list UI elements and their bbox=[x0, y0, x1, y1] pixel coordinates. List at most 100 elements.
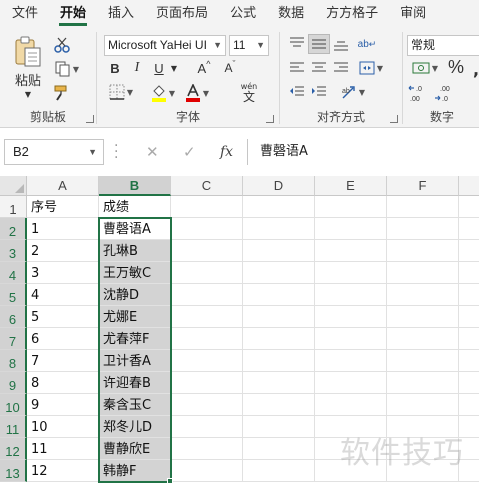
row-header[interactable]: 4 bbox=[0, 262, 27, 284]
row-header[interactable]: 12 bbox=[0, 438, 27, 460]
select-all-button[interactable] bbox=[0, 176, 27, 196]
column-header-b[interactable]: B bbox=[99, 176, 171, 196]
cell[interactable] bbox=[315, 372, 387, 394]
comma-style-button[interactable]: , bbox=[469, 58, 479, 80]
cell[interactable] bbox=[171, 262, 243, 284]
increase-indent-button[interactable] bbox=[308, 82, 330, 102]
cell[interactable]: 韩静F bbox=[99, 460, 171, 482]
row-header[interactable]: 13 bbox=[0, 460, 27, 482]
cell[interactable] bbox=[315, 306, 387, 328]
cell[interactable] bbox=[459, 350, 479, 372]
tab-home[interactable]: 开始 bbox=[49, 0, 97, 28]
cancel-entry-button[interactable]: ✕ bbox=[146, 139, 159, 165]
cell[interactable] bbox=[459, 372, 479, 394]
cell[interactable] bbox=[171, 240, 243, 262]
cell[interactable]: 许迎春B bbox=[99, 372, 171, 394]
cell[interactable] bbox=[459, 262, 479, 284]
cell[interactable] bbox=[171, 416, 243, 438]
tab-file[interactable]: 文件 bbox=[0, 0, 49, 28]
cell[interactable] bbox=[387, 240, 459, 262]
cell[interactable] bbox=[315, 350, 387, 372]
percent-style-button[interactable]: % bbox=[445, 56, 467, 78]
row-header[interactable]: 5 bbox=[0, 284, 27, 306]
decrease-decimal-button[interactable]: .00.0 bbox=[433, 82, 457, 104]
copy-dropdown-icon[interactable]: ▼ bbox=[73, 65, 79, 74]
underline-button[interactable]: U bbox=[150, 58, 168, 78]
cell[interactable] bbox=[171, 328, 243, 350]
paste-label[interactable]: 粘贴 bbox=[8, 70, 48, 89]
cell[interactable]: 3 bbox=[27, 262, 99, 284]
cell[interactable] bbox=[243, 460, 315, 482]
merge-center-button[interactable]: ▼ bbox=[356, 58, 386, 78]
cell[interactable] bbox=[171, 394, 243, 416]
cell[interactable] bbox=[243, 196, 315, 218]
format-painter-button[interactable] bbox=[52, 84, 72, 102]
cell[interactable] bbox=[243, 240, 315, 262]
cell[interactable] bbox=[171, 196, 243, 218]
cell[interactable] bbox=[243, 350, 315, 372]
cell[interactable] bbox=[459, 394, 479, 416]
paste-dropdown-icon[interactable]: ▼ bbox=[20, 88, 36, 100]
cell[interactable] bbox=[459, 196, 479, 218]
alignment-launcher-icon[interactable] bbox=[390, 115, 398, 123]
underline-dropdown-icon[interactable]: ▼ bbox=[168, 58, 180, 78]
phonetic-guide-button[interactable]: wén 文 bbox=[232, 80, 266, 104]
align-top-button[interactable] bbox=[286, 34, 308, 54]
cell[interactable]: 7 bbox=[27, 350, 99, 372]
row-header[interactable]: 9 bbox=[0, 372, 27, 394]
cell[interactable]: 郑冬儿D bbox=[99, 416, 171, 438]
cell[interactable]: 1 bbox=[27, 218, 99, 240]
cell[interactable] bbox=[171, 284, 243, 306]
cell[interactable] bbox=[459, 218, 479, 240]
increase-decimal-button[interactable]: .0.00 bbox=[407, 82, 431, 104]
cell[interactable]: 4 bbox=[27, 284, 99, 306]
tab-page-layout[interactable]: 页面布局 bbox=[145, 0, 219, 28]
cut-button[interactable] bbox=[52, 36, 72, 54]
orientation-button[interactable]: ab ▼ bbox=[338, 82, 368, 102]
cell[interactable] bbox=[387, 284, 459, 306]
cell[interactable] bbox=[171, 460, 243, 482]
increase-font-size-button[interactable]: A ^ bbox=[194, 58, 214, 78]
cell[interactable]: 5 bbox=[27, 306, 99, 328]
cell[interactable] bbox=[243, 416, 315, 438]
cell[interactable]: 8 bbox=[27, 372, 99, 394]
row-header[interactable]: 11 bbox=[0, 416, 27, 438]
cell[interactable] bbox=[243, 284, 315, 306]
cell[interactable] bbox=[315, 196, 387, 218]
cell[interactable]: 尤娜E bbox=[99, 306, 171, 328]
font-name-select[interactable]: Microsoft YaHei UI ▼ bbox=[104, 35, 226, 56]
cell[interactable] bbox=[387, 218, 459, 240]
tab-insert[interactable]: 插入 bbox=[97, 0, 145, 28]
align-middle-button[interactable] bbox=[308, 34, 330, 54]
cell[interactable] bbox=[387, 372, 459, 394]
row-header[interactable]: 8 bbox=[0, 350, 27, 372]
tab-formulas[interactable]: 公式 bbox=[219, 0, 267, 28]
cell[interactable] bbox=[315, 328, 387, 350]
column-header-c[interactable]: C bbox=[171, 176, 243, 196]
cell[interactable] bbox=[459, 328, 479, 350]
fill-color-button[interactable]: ▼ bbox=[148, 82, 178, 104]
clipboard-launcher-icon[interactable] bbox=[86, 115, 94, 123]
cell[interactable]: 秦含玉C bbox=[99, 394, 171, 416]
cell[interactable] bbox=[243, 372, 315, 394]
confirm-entry-button[interactable]: ✓ bbox=[183, 139, 196, 165]
copy-button[interactable]: ▼ bbox=[52, 60, 82, 78]
cell[interactable] bbox=[459, 240, 479, 262]
cell[interactable]: 9 bbox=[27, 394, 99, 416]
cell[interactable]: 10 bbox=[27, 416, 99, 438]
column-header-f[interactable]: F bbox=[387, 176, 459, 196]
cell[interactable]: 曹磬语A bbox=[99, 218, 171, 240]
borders-button[interactable]: ▼ bbox=[106, 82, 136, 102]
cell[interactable] bbox=[171, 372, 243, 394]
formula-input[interactable]: 曹磬语A bbox=[247, 139, 479, 165]
cell[interactable]: 孔琳B bbox=[99, 240, 171, 262]
cell[interactable] bbox=[387, 394, 459, 416]
align-left-button[interactable] bbox=[286, 58, 308, 78]
cell[interactable]: 11 bbox=[27, 438, 99, 460]
cell[interactable]: 王万敏C bbox=[99, 262, 171, 284]
cell[interactable] bbox=[315, 240, 387, 262]
decrease-indent-button[interactable] bbox=[286, 82, 308, 102]
cell[interactable] bbox=[315, 262, 387, 284]
row-header[interactable]: 3 bbox=[0, 240, 27, 262]
column-header-a[interactable]: A bbox=[27, 176, 99, 196]
